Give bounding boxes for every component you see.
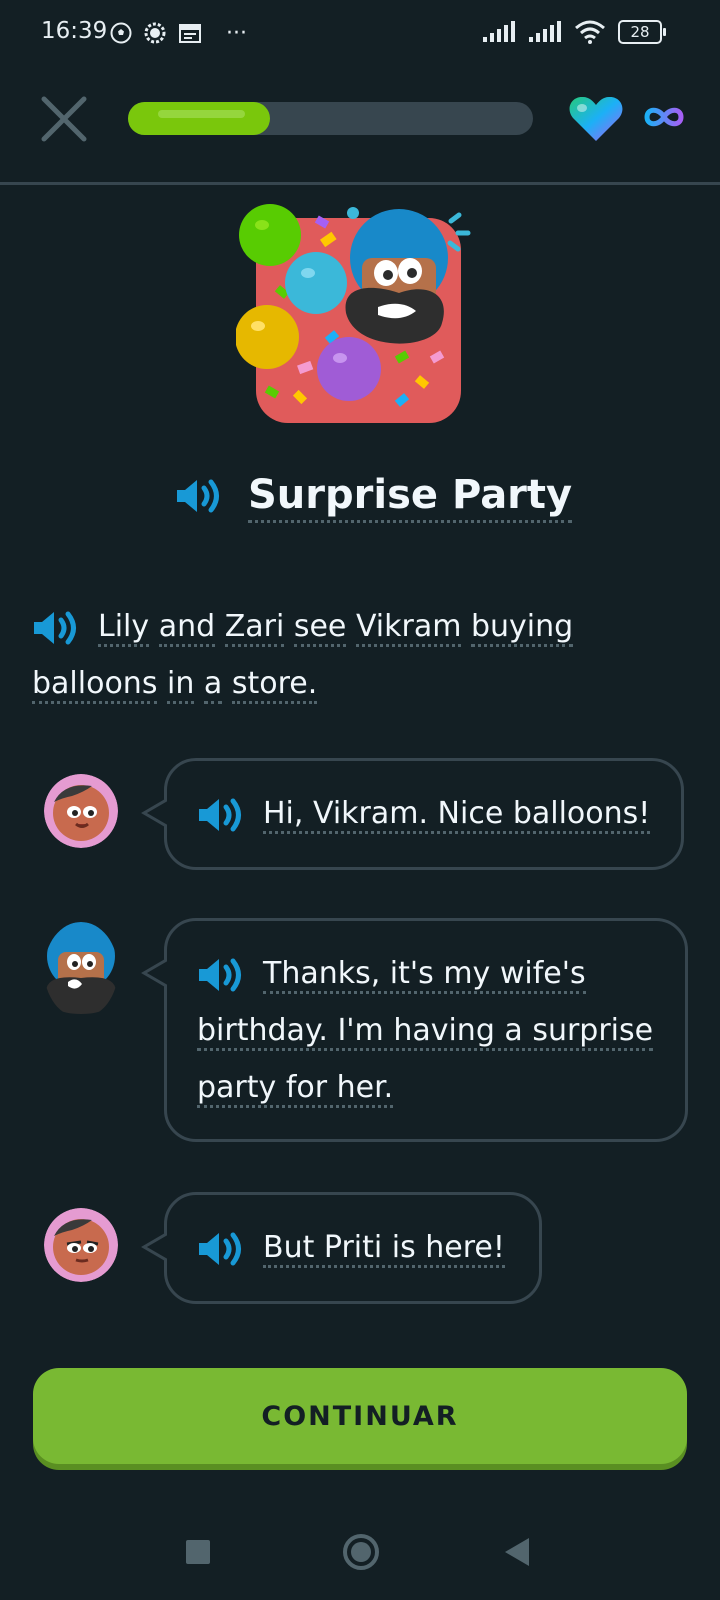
vikram-avatar [46,922,116,1014]
progress-fill [128,102,270,135]
close-icon[interactable] [40,95,88,143]
dialogue-bubble: Hi, Vikram. Nice balloons! [141,758,684,870]
message-text-line[interactable]: Thanks, it's my wife's [263,956,586,994]
recents-square-icon[interactable] [186,1540,210,1564]
home-circle-icon[interactable] [342,1533,380,1571]
infinity-icon[interactable] [644,104,684,130]
calendar-icon [179,24,201,43]
narration-word[interactable]: in [167,666,195,704]
narration-word[interactable]: Zari [224,609,285,647]
progress-shine [158,110,245,118]
narration-speaker-icon[interactable] [32,608,80,648]
narration-text: Lily and Zari see Vikram buying balloons … [32,598,652,712]
status-icons-left: ··· [110,20,247,46]
lily-avatar [44,774,118,848]
soccer-ball-icon [110,22,132,44]
narration-word[interactable]: store. [231,666,318,704]
story-illustration [236,204,471,423]
message-text-line[interactable]: birthday. I'm having a surprise [197,1013,654,1051]
top-divider [0,182,720,185]
battery-icon: 28 [618,20,666,44]
narration-word[interactable]: and [158,609,216,647]
bubble-tail [141,959,167,987]
narration-word[interactable]: Vikram [355,609,462,647]
status-time: 16:39 [41,18,108,44]
bubble-tail [141,799,167,827]
settings-notification-icon [144,22,166,44]
signal-icon [529,21,561,42]
lesson-progress-bar [128,102,533,135]
lily-avatar [44,1208,118,1282]
signal-icon [483,21,515,42]
message-text-line[interactable]: party for her. [197,1070,394,1108]
narration-word[interactable]: buying [471,609,574,647]
wifi-icon [575,20,605,44]
status-icons-right: 28 [482,20,666,44]
super-heart-icon[interactable] [568,95,624,143]
title-speaker-icon[interactable] [175,476,223,516]
narration-word[interactable]: Lily [98,609,150,647]
continue-button[interactable]: CONTINUAR [33,1368,687,1464]
story-title: Surprise Party [248,472,573,523]
dialogue-bubble: But Priti is here! [141,1192,542,1304]
message-text[interactable]: Hi, Vikram. Nice balloons! [263,796,651,834]
message-speaker-icon[interactable] [197,795,245,835]
bubble-tail [141,1233,167,1261]
narration-word[interactable]: a [203,666,223,704]
narration-word[interactable]: see [293,609,347,647]
dialogue-bubble: Thanks, it's my wife's birthday. I'm hav… [141,918,688,1142]
message-speaker-icon[interactable] [197,955,245,995]
narration-word[interactable]: balloons [32,666,158,704]
back-triangle-icon[interactable] [505,1538,531,1566]
status-more: ··· [226,20,247,46]
message-text[interactable]: But Priti is here! [263,1230,505,1268]
message-speaker-icon[interactable] [197,1229,245,1269]
